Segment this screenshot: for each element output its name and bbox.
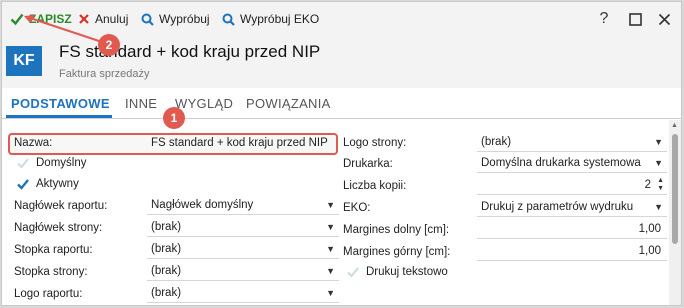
tab-podstawowe[interactable]: PODSTAWOWE xyxy=(11,96,110,111)
liczba-kopii-label: Liczba kopii: xyxy=(343,180,407,192)
tab-powiazania[interactable]: POWIĄZANIA xyxy=(246,96,331,111)
eko-label: EKO: xyxy=(343,202,371,214)
logo-strony-label: Logo strony: xyxy=(343,137,407,149)
check-icon xyxy=(10,13,24,26)
maximize-icon xyxy=(628,12,642,26)
margines-gorny-label: Margines górny [cm]: xyxy=(343,246,451,258)
scroll-thumb[interactable] xyxy=(672,134,678,244)
try-label: Wypróbuj xyxy=(159,12,210,26)
maximize-button[interactable] xyxy=(626,10,644,28)
close-icon xyxy=(658,13,670,25)
chevron-down-icon: ▼ xyxy=(654,137,663,147)
naglowek-raportu-label: Nagłówek raportu: xyxy=(14,200,108,212)
naglowek-strony-select[interactable]: (brak) ▼ xyxy=(147,218,339,237)
naglowek-strony-label: Nagłówek strony: xyxy=(14,222,103,234)
chevron-down-icon: ▼ xyxy=(326,244,335,254)
document-badge: KF xyxy=(6,46,42,76)
annotation-badge-1: 1 xyxy=(163,107,185,129)
help-icon: ? xyxy=(599,10,609,27)
check-icon xyxy=(347,267,359,278)
logo-strony-select[interactable]: (brak) ▼ xyxy=(477,133,667,152)
drukuj-tekstowo-label: Drukuj tekstowo xyxy=(366,266,448,278)
x-icon xyxy=(79,14,89,24)
stopka-raportu-select[interactable]: (brak) ▼ xyxy=(147,240,339,259)
help-button[interactable]: ? xyxy=(595,10,613,28)
logo-raportu-value: (brak) xyxy=(151,287,182,299)
tab-inne[interactable]: INNE xyxy=(125,96,157,111)
form-window: ZAPISZ Anuluj Wypróbuj Wypróbuj EKO ? KF… xyxy=(1,1,682,306)
close-button[interactable] xyxy=(655,10,673,28)
liczba-kopii-value: 2 xyxy=(644,179,651,191)
save-button[interactable]: ZAPISZ xyxy=(10,10,72,28)
stopka-strony-value: (brak) xyxy=(151,265,182,277)
stopka-raportu-label: Stopka raportu: xyxy=(14,244,93,256)
chevron-up-icon[interactable]: ▲ xyxy=(671,122,678,129)
chevron-down-icon: ▼ xyxy=(326,222,335,232)
cancel-button[interactable]: Anuluj xyxy=(78,10,128,28)
domyslny-checkbox[interactable]: Domyślny xyxy=(16,156,86,170)
try-eko-button[interactable]: Wypróbuj EKO xyxy=(222,10,319,28)
liczba-kopii-stepper[interactable]: 2 ▲ ▼ xyxy=(477,176,667,195)
drukuj-tekstowo-checkbox[interactable]: Drukuj tekstowo xyxy=(346,265,448,279)
chevron-down-icon: ▼ xyxy=(654,158,663,168)
naglowek-strony-value: (brak) xyxy=(151,221,182,233)
domyslny-label: Domyślny xyxy=(36,157,87,169)
margines-dolny-label: Margines dolny [cm]: xyxy=(343,224,450,236)
stopka-strony-label: Stopka strony: xyxy=(14,266,88,278)
chevron-down-icon: ▼ xyxy=(326,266,335,276)
eko-select[interactable]: Drukuj z parametrów wydruku ▼ xyxy=(477,198,667,217)
search-icon xyxy=(222,13,235,26)
naglowek-raportu-value: Nagłówek domyślny xyxy=(151,199,254,211)
drukarka-value: Domyślna drukarka systemowa xyxy=(481,157,641,169)
check-icon xyxy=(17,158,29,169)
aktywny-label: Aktywny xyxy=(36,178,79,190)
aktywny-checkbox[interactable]: Aktywny xyxy=(16,177,79,191)
margines-dolny-value: 1,00 xyxy=(638,223,661,235)
chevron-down-icon: ▼ xyxy=(654,202,663,212)
nazwa-input[interactable]: FS standard + kod kraju przed NIP xyxy=(151,137,328,149)
annotation-badge-2: 2 xyxy=(98,34,120,56)
logo-raportu-label: Logo raportu: xyxy=(14,288,83,300)
logo-raportu-select[interactable]: (brak) ▼ xyxy=(147,284,339,303)
chevron-down-icon: ▼ xyxy=(326,200,335,210)
eko-value: Drukuj z parametrów wydruku xyxy=(481,201,634,213)
drukarka-select[interactable]: Domyślna drukarka systemowa ▼ xyxy=(477,154,667,173)
drukarka-label: Drukarka: xyxy=(343,158,393,170)
margines-gorny-value: 1,00 xyxy=(638,245,661,257)
vertical-scrollbar[interactable]: ▲ xyxy=(669,120,681,305)
chevron-down-icon: ▼ xyxy=(326,288,335,298)
logo-strony-value: (brak) xyxy=(481,136,512,148)
page-subtitle: Faktura sprzedaży xyxy=(59,68,150,80)
toolbar: ZAPISZ Anuluj Wypróbuj Wypróbuj EKO ? xyxy=(2,2,681,36)
naglowek-raportu-select[interactable]: Nagłówek domyślny ▼ xyxy=(147,196,339,215)
margines-dolny-input[interactable]: 1,00 xyxy=(477,220,667,239)
check-icon xyxy=(17,179,29,190)
tab-bar: PODSTAWOWE INNE WYGLĄD POWIĄZANIA xyxy=(2,89,681,119)
nazwa-label: Nazwa: xyxy=(14,137,53,149)
stepper-arrows-icon[interactable]: ▲ ▼ xyxy=(657,177,664,193)
stopka-raportu-value: (brak) xyxy=(151,243,182,255)
try-button[interactable]: Wypróbuj xyxy=(141,10,210,28)
save-label: ZAPISZ xyxy=(29,12,72,26)
margines-gorny-input[interactable]: 1,00 xyxy=(477,242,667,261)
search-icon xyxy=(141,13,154,26)
stopka-strony-select[interactable]: (brak) ▼ xyxy=(147,262,339,281)
active-tab-indicator xyxy=(6,115,112,118)
try-eko-label: Wypróbuj EKO xyxy=(240,12,320,26)
cancel-label: Anuluj xyxy=(95,12,129,26)
tab-wyglad[interactable]: WYGLĄD xyxy=(175,96,233,111)
